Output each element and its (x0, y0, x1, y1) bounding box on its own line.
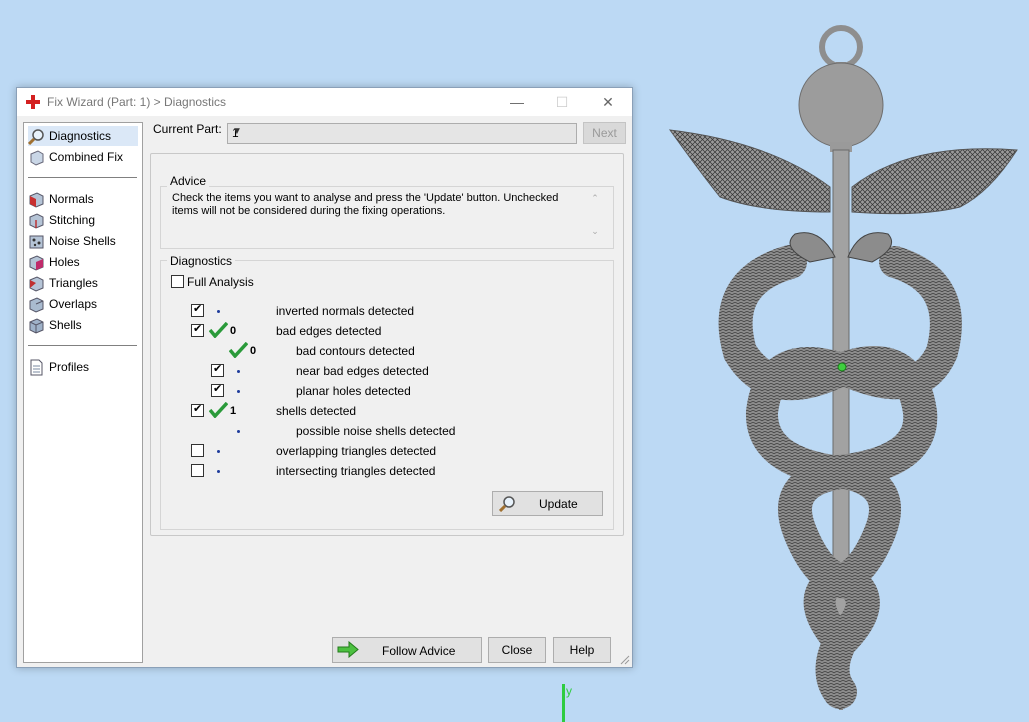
close-button[interactable]: Close (488, 637, 546, 663)
status-dot (237, 390, 240, 393)
stitching-icon (29, 212, 44, 229)
y-axis-label: y (566, 684, 572, 698)
advice-scrollbar[interactable]: ⌃ ⌄ (589, 193, 601, 239)
scroll-up-icon: ⌃ (591, 193, 599, 203)
overlapping-triangles-label: overlapping triangles detected (276, 444, 437, 458)
bad-contours-label: bad contours detected (296, 344, 415, 358)
sidebar-item-label: Diagnostics (49, 129, 112, 143)
green-arrow-icon (337, 641, 359, 658)
bad-edges-count: 0 (230, 325, 237, 337)
full-analysis-checkbox[interactable] (171, 275, 184, 288)
follow-advice-button[interactable]: Follow Advice (332, 637, 482, 663)
current-part-select[interactable]: 1 ▼ (227, 123, 577, 144)
green-check-icon (209, 402, 228, 418)
shells-icon (29, 317, 44, 334)
green-check-icon (209, 322, 228, 338)
advice-text: Check the items you want to analyse and … (172, 192, 602, 240)
intersecting-triangles-label: intersecting triangles detected (276, 464, 436, 478)
minimize-button[interactable]: — (495, 88, 539, 116)
near-bad-edges-label: near bad edges detected (296, 364, 429, 378)
inverted-normals-label: inverted normals detected (276, 304, 415, 318)
near-bad-edges-checkbox[interactable]: ✔ (211, 363, 224, 377)
sidebar-divider (28, 177, 137, 178)
overlaps-icon (29, 296, 44, 313)
checkmark-icon: ✔ (193, 403, 203, 415)
noise-shells-label: possible noise shells detected (296, 424, 456, 438)
inverted-normals-checkbox[interactable]: ✔ (191, 303, 204, 317)
shells-count: 1 (230, 405, 237, 417)
checkmark-icon: ✔ (193, 303, 203, 315)
sidebar-item-triangles[interactable]: Triangles (28, 273, 138, 293)
status-dot (237, 430, 240, 433)
sidebar-item-normals[interactable]: Normals (28, 189, 138, 209)
sidebar-item-diagnostics[interactable]: Diagnostics (28, 126, 138, 146)
status-dot (217, 310, 220, 313)
green-check-icon (229, 342, 248, 358)
y-axis-line (562, 684, 565, 722)
planar-holes-checkbox[interactable]: ✔ (211, 383, 224, 397)
sidebar-item-noise-shells[interactable]: Noise Shells (28, 231, 138, 251)
caduceus-model[interactable] (660, 22, 1020, 712)
sidebar-item-label: Overlaps (49, 297, 98, 311)
fix-wizard-dialog: Fix Wizard (Part: 1) > Diagnostics — ☐ ✕… (16, 87, 633, 668)
sidebar-item-shells[interactable]: Shells (28, 315, 138, 335)
magnifier-icon (28, 128, 44, 145)
next-button[interactable]: Next (583, 122, 626, 144)
advice-title: Advice (167, 174, 210, 188)
shells-label: shells detected (276, 404, 357, 418)
shells-checkbox[interactable]: ✔ (191, 403, 204, 417)
sidebar-item-label: Stitching (49, 213, 96, 227)
holes-icon (29, 254, 44, 271)
status-dot (237, 370, 240, 373)
sidebar-divider (28, 345, 137, 346)
checkmark-icon: ✔ (213, 363, 223, 375)
sidebar-item-label: Triangles (49, 276, 98, 290)
resize-grip-icon[interactable] (620, 655, 630, 665)
update-button[interactable]: Update (492, 491, 603, 516)
checkmark-icon: ✔ (213, 383, 223, 395)
sidebar-item-label: Noise Shells (49, 234, 116, 248)
bad-edges-label: bad edges detected (276, 324, 382, 338)
planar-holes-label: planar holes detected (296, 384, 411, 398)
combined-fix-icon (30, 149, 44, 166)
bad-contours-count: 0 (250, 345, 257, 357)
noise-shells-icon (29, 235, 44, 248)
overlapping-triangles-checkbox[interactable] (191, 444, 204, 457)
sidebar-item-profiles[interactable]: Profiles (28, 357, 138, 377)
advice-line-1: Check the items you want to analyse and … (172, 192, 559, 204)
sidebar-item-overlaps[interactable]: Overlaps (28, 294, 138, 314)
bad-edges-checkbox[interactable]: ✔ (191, 323, 204, 337)
sidebar-item-combined-fix[interactable]: Combined Fix (28, 147, 138, 167)
sidebar-item-label: Profiles (49, 360, 90, 374)
window-title: Fix Wizard (Part: 1) > Diagnostics (47, 95, 227, 109)
sidebar-item-label: Combined Fix (49, 150, 124, 164)
magnifier-icon (499, 496, 515, 512)
follow-advice-label: Follow Advice (382, 644, 456, 658)
checkmark-icon: ✔ (193, 323, 203, 335)
normals-icon (29, 191, 44, 208)
sidebar-item-stitching[interactable]: Stitching (28, 210, 138, 230)
status-dot (217, 470, 220, 473)
update-label: Update (539, 497, 578, 511)
diagnostics-title: Diagnostics (167, 254, 236, 268)
current-part-label: Current Part: (153, 122, 222, 136)
close-window-button[interactable]: ✕ (586, 88, 630, 116)
triangles-icon (29, 275, 44, 292)
status-dot (217, 450, 220, 453)
sidebar-item-label: Shells (49, 318, 82, 332)
profiles-icon (30, 359, 43, 375)
help-button[interactable]: Help (553, 637, 611, 663)
sidebar-item-holes[interactable]: Holes (28, 252, 138, 272)
red-cross-icon (26, 95, 40, 109)
chevron-down-icon: ▼ (232, 126, 242, 137)
wizard-sidebar: Diagnostics Combined Fix Normals Stitchi… (23, 122, 143, 663)
sidebar-item-label: Holes (49, 255, 80, 269)
intersecting-triangles-checkbox[interactable] (191, 464, 204, 477)
title-bar[interactable]: Fix Wizard (Part: 1) > Diagnostics — ☐ ✕ (17, 88, 632, 116)
scroll-down-icon: ⌄ (591, 226, 599, 236)
sidebar-item-label: Normals (49, 192, 94, 206)
advice-line-2: items will not be considered during the … (172, 205, 446, 217)
maximize-button[interactable]: ☐ (540, 88, 584, 116)
full-analysis-label: Full Analysis (187, 275, 254, 289)
